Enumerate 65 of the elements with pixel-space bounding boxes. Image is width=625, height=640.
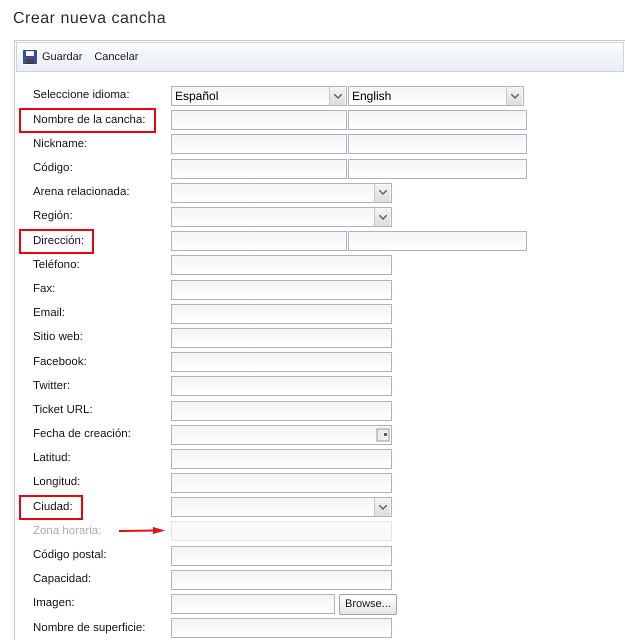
field-label: Nombre de superficie: — [32, 620, 146, 636]
input-field[interactable] — [171, 280, 392, 300]
input-field[interactable] — [171, 158, 347, 179]
field-label: Teléfono: — [32, 258, 81, 273]
chevron-down-icon — [378, 214, 386, 220]
language-select[interactable]: English — [348, 86, 524, 106]
input-field[interactable] — [171, 328, 392, 348]
input-field[interactable] — [171, 304, 392, 324]
field-label: Facebook: — [32, 354, 88, 370]
input-field[interactable] — [171, 448, 392, 469]
field-label: Nickname: — [32, 136, 88, 152]
input-field[interactable] — [171, 352, 392, 372]
browse-button[interactable]: Browse... — [339, 594, 397, 615]
page-title: Crear nueva cancha — [12, 9, 168, 29]
field-label: Twitter: — [32, 378, 72, 394]
input-field[interactable] — [171, 231, 347, 252]
field-label: Latitud: — [32, 451, 72, 466]
field-label: Capacidad: — [32, 572, 92, 588]
field-label: Fax: — [32, 282, 56, 297]
file-field[interactable] — [171, 594, 335, 614]
chevron-down-icon — [378, 190, 386, 196]
input-field[interactable] — [171, 376, 392, 396]
dropdown-button[interactable] — [374, 498, 390, 516]
dropdown-button[interactable] — [374, 208, 390, 226]
dropdown-button[interactable] — [329, 87, 345, 106]
input-field[interactable] — [171, 400, 392, 421]
input-field[interactable] — [348, 134, 527, 154]
field-label: Código: — [32, 161, 74, 176]
chevron-down-icon — [334, 94, 342, 99]
input-field[interactable] — [171, 255, 392, 276]
field-label: Fecha de creación: — [32, 427, 132, 442]
select-field[interactable] — [171, 207, 392, 228]
field-label: Región: — [32, 209, 74, 224]
input-field[interactable] — [171, 134, 347, 154]
field-label: Código postal: — [32, 548, 108, 564]
chevron-down-icon — [378, 504, 386, 510]
select-field[interactable] — [171, 182, 392, 203]
input-field[interactable] — [348, 158, 527, 179]
input-field[interactable] — [171, 570, 392, 590]
field-label: Seleccione idioma: — [32, 88, 131, 104]
field-label: Zona horaria: — [32, 524, 102, 539]
field-label: Email: — [32, 306, 66, 322]
language-select[interactable]: Español — [171, 86, 347, 106]
save-button[interactable]: Guardar — [23, 48, 82, 66]
calendar-icon[interactable] — [376, 428, 390, 442]
cancel-button[interactable]: Cancelar — [94, 48, 138, 66]
field-label: Dirección: — [19, 228, 94, 254]
chevron-down-icon — [510, 94, 518, 99]
dropdown-button[interactable] — [374, 184, 390, 202]
field-label: Arena relacionada: — [32, 185, 131, 200]
field-label: Longitud: — [32, 475, 82, 490]
field-label: Sitio web: — [32, 330, 84, 346]
input-field[interactable] — [171, 110, 347, 130]
field-label: Imagen: — [32, 596, 76, 612]
input-field[interactable] — [348, 110, 527, 130]
field-label: Ciudad: — [19, 494, 83, 520]
field-label: Ticket URL: — [32, 402, 94, 418]
date-field[interactable] — [171, 424, 392, 445]
select-field[interactable] — [171, 497, 392, 518]
input-field[interactable] — [171, 618, 392, 638]
input-field[interactable] — [348, 231, 527, 252]
dropdown-button[interactable] — [506, 87, 522, 106]
field-label: Nombre de la cancha: — [19, 108, 156, 133]
input-field[interactable] — [171, 546, 392, 566]
input-field[interactable] — [171, 473, 392, 494]
